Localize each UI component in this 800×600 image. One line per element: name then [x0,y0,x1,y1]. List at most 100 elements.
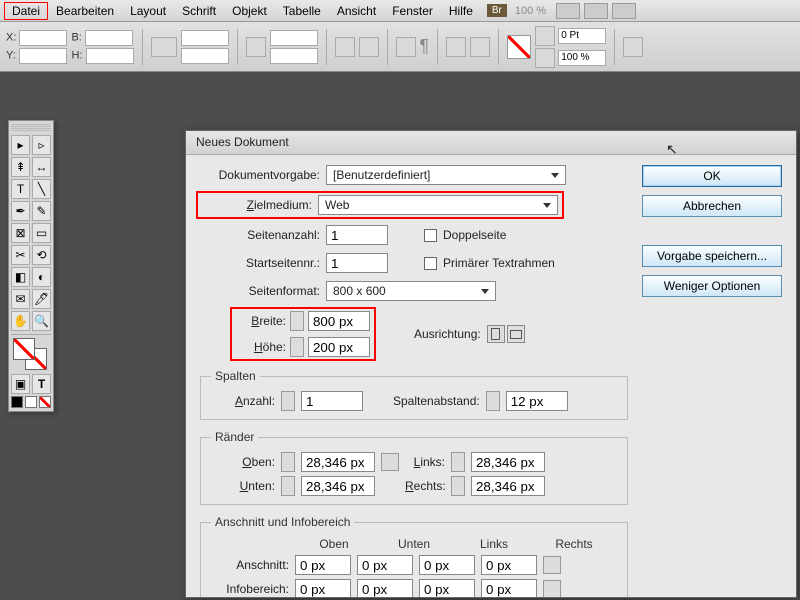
save-preset-button[interactable]: Vorgabe speichern... [642,245,782,267]
screen-mode-icon[interactable] [584,3,608,19]
pen-tool[interactable]: ✒ [11,201,30,221]
primary-checkbox[interactable] [424,257,437,270]
rect-tool[interactable]: ▭ [32,223,51,243]
pagesize-dropdown[interactable]: 800 x 600 [326,281,496,301]
facing-checkbox[interactable] [424,229,437,242]
width-spinner[interactable] [290,311,304,331]
dialog-title: Neues Dokument [186,131,796,155]
rect-frame-tool[interactable]: ⊠ [11,223,30,243]
preset-dropdown[interactable]: [Benutzerdefiniert] [326,165,566,185]
slug-left[interactable] [419,579,475,597]
selection-tool[interactable]: ▸ [11,135,30,155]
scale-x-input[interactable] [181,30,229,46]
orientation-landscape[interactable] [507,325,525,343]
menu-datei[interactable]: Datei [4,2,48,20]
pencil-tool[interactable]: ✎ [32,201,51,221]
view-mode-icon[interactable] [556,3,580,19]
rotate-input[interactable] [270,30,318,46]
count-spinner[interactable] [281,391,295,411]
flip-h-icon[interactable] [335,37,355,57]
apply-color[interactable]: ▣ [11,374,30,394]
menu-tabelle[interactable]: Tabelle [275,2,329,20]
gradient-tool[interactable]: ◧ [11,267,30,287]
bottom-spinner[interactable] [281,476,295,496]
shear-input[interactable] [270,48,318,64]
gradient-feather-tool[interactable]: ◐ [32,267,51,287]
height-input[interactable] [308,337,370,357]
tint-input[interactable] [558,50,606,66]
scissors-tool[interactable]: ✂ [11,245,30,265]
x-input[interactable] [19,30,67,46]
line-tool[interactable]: ╲ [32,179,51,199]
gutter-spinner[interactable] [486,391,500,411]
right-input[interactable] [471,476,545,496]
slug-bottom[interactable] [357,579,413,597]
scale-x-icon[interactable] [151,37,177,57]
swatch-white[interactable] [25,396,37,408]
menu-fenster[interactable]: Fenster [384,2,441,20]
y-input[interactable] [19,48,67,64]
w-input[interactable] [85,30,133,46]
hand-tool[interactable]: ✋ [11,311,30,331]
swatch-black[interactable] [11,396,23,408]
width-input[interactable] [308,311,370,331]
scale-y-input[interactable] [181,48,229,64]
fill-none-icon[interactable] [507,35,531,59]
slug-top[interactable] [295,579,351,597]
paragraph-icon[interactable]: ¶ [420,36,430,57]
right-spinner[interactable] [451,476,465,496]
rotate-icon[interactable] [246,37,266,57]
fewer-options-button[interactable]: Weniger Optionen [642,275,782,297]
arrange-icon[interactable] [612,3,636,19]
palette-drag-handle[interactable] [11,124,51,132]
bleed-left[interactable] [419,555,475,575]
flip-v-icon[interactable] [359,37,379,57]
menu-bearbeiten[interactable]: Bearbeiten [48,2,122,20]
orientation-portrait[interactable] [487,325,505,343]
bridge-badge[interactable]: Br [487,4,507,17]
left-spinner[interactable] [451,452,465,472]
bottom-input[interactable] [301,476,375,496]
type-tool[interactable]: T [11,179,30,199]
distribute-icon[interactable] [470,37,490,57]
count-input[interactable] [301,391,363,411]
bleed-bottom[interactable] [357,555,413,575]
direct-select-tool[interactable]: ▹ [32,135,51,155]
zoom-level[interactable]: 100 % [515,5,546,17]
left-input[interactable] [471,452,545,472]
top-input[interactable] [301,452,375,472]
swatch-none[interactable] [39,396,51,408]
menu-schrift[interactable]: Schrift [174,2,224,20]
height-spinner[interactable] [290,337,304,357]
link-margins-icon[interactable] [381,453,399,471]
page-tool[interactable]: ⇞ [11,157,30,177]
fill-stroke-control[interactable] [11,338,51,374]
intent-dropdown[interactable]: Web [318,195,558,215]
link-bleed-icon[interactable] [543,556,561,574]
eyedropper-tool[interactable]: 🖊 [32,289,51,309]
bleed-right[interactable] [481,555,537,575]
menu-ansicht[interactable]: Ansicht [329,2,384,20]
cancel-button[interactable]: Abbrechen [642,195,782,217]
zoom-tool[interactable]: 🔍 [32,311,51,331]
top-spinner[interactable] [281,452,295,472]
link-slug-icon[interactable] [543,580,561,597]
transform-tool[interactable]: ⟲ [32,245,51,265]
menu-layout[interactable]: Layout [122,2,174,20]
start-input[interactable] [326,253,388,273]
stroke-weight-input[interactable] [558,28,606,44]
align-icon[interactable] [446,37,466,57]
fx-icon[interactable] [623,37,643,57]
menu-objekt[interactable]: Objekt [224,2,275,20]
bleed-top[interactable] [295,555,351,575]
ok-button[interactable]: OK [642,165,782,187]
slug-right[interactable] [481,579,537,597]
h-input[interactable] [86,48,134,64]
gutter-input[interactable] [506,391,568,411]
apply-text[interactable]: T [32,374,51,394]
pages-input[interactable] [326,225,388,245]
para-icon[interactable] [396,37,416,57]
gap-tool[interactable]: ↔ [32,157,51,177]
menu-hilfe[interactable]: Hilfe [441,2,481,20]
note-tool[interactable]: ✉ [11,289,30,309]
